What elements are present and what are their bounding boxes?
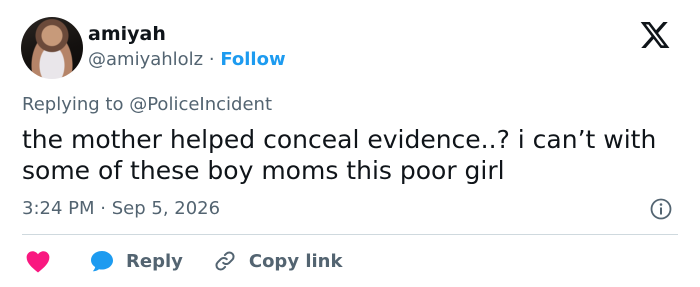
x-logo-icon[interactable] xyxy=(637,19,673,51)
separator-dot: · xyxy=(208,49,215,70)
avatar[interactable] xyxy=(21,17,83,79)
copy-link-button[interactable]: Copy link xyxy=(213,249,343,273)
replying-mention[interactable]: @PoliceIncident xyxy=(129,94,272,115)
reply-button[interactable]: Reply xyxy=(89,249,183,273)
link-icon xyxy=(215,251,235,271)
follow-button[interactable]: Follow xyxy=(220,49,285,70)
reply-label: Reply xyxy=(126,250,183,272)
divider xyxy=(22,234,678,235)
timestamp-separator: · xyxy=(100,198,106,219)
tweet-time: 3:24 PM xyxy=(22,198,95,219)
copy-link-label: Copy link xyxy=(248,250,343,272)
replying-to: Replying to @PoliceIncident xyxy=(22,94,272,115)
heart-icon[interactable] xyxy=(25,249,51,273)
author-name[interactable]: amiyah xyxy=(88,23,166,45)
author-handle[interactable]: @amiyahlolz xyxy=(88,49,203,70)
reply-bubble-icon xyxy=(91,251,113,272)
info-icon[interactable] xyxy=(649,197,673,221)
replying-prefix: Replying to xyxy=(22,94,124,115)
tweet-date: Sep 5, 2026 xyxy=(111,198,221,219)
timestamp[interactable]: 3:24 PM · Sep 5, 2026 xyxy=(22,198,220,219)
tweet-text: the mother helped conceal evidence..? i … xyxy=(22,125,657,185)
author-handle-row: @amiyahlolz · Follow xyxy=(88,49,286,70)
action-bar: Reply Copy link xyxy=(22,247,342,275)
